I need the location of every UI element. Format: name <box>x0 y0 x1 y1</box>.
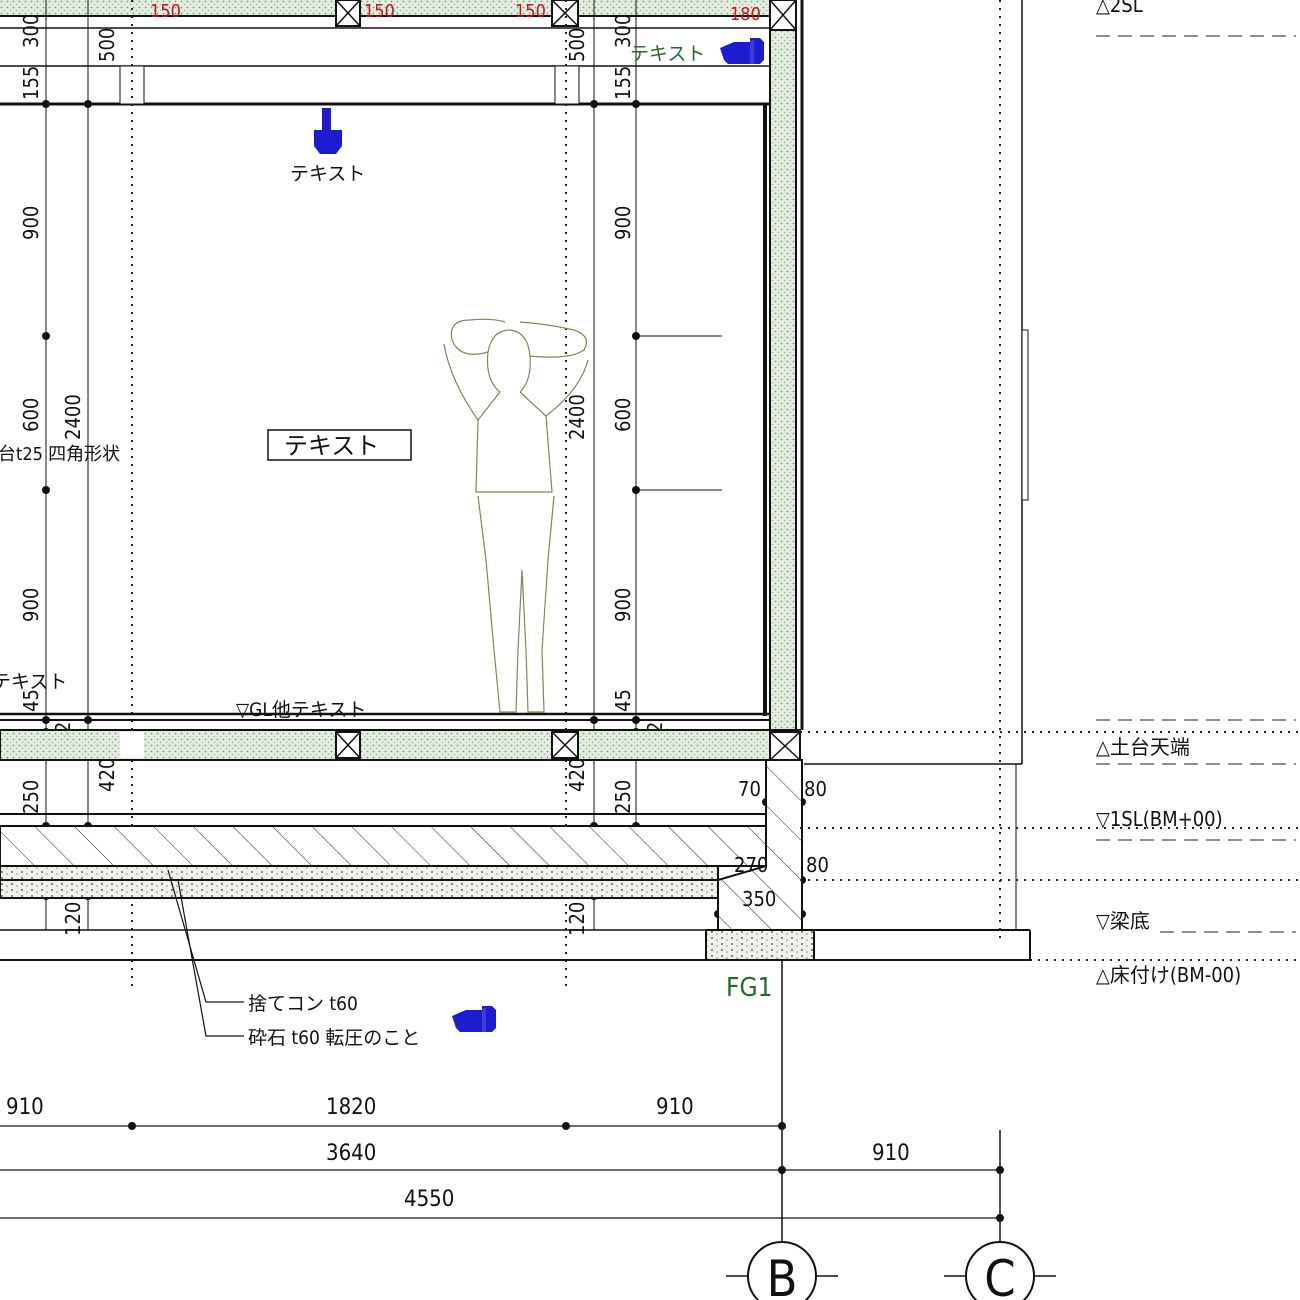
left-vertical-dimensions: 300 500 155 900 600 2400 900 45 122 250 … <box>19 14 119 936</box>
svg-text:155: 155 <box>19 66 43 100</box>
svg-text:420: 420 <box>95 758 119 792</box>
hand-pointing-down-icon <box>314 108 342 154</box>
text-label-left: テキスト <box>0 671 67 693</box>
svg-text:120: 120 <box>565 902 589 936</box>
human-figure <box>443 318 589 713</box>
svg-text:910: 910 <box>656 1095 694 1120</box>
svg-text:900: 900 <box>19 588 43 622</box>
svg-text:70: 70 <box>738 777 761 801</box>
svg-text:4550: 4550 <box>404 1187 454 1212</box>
slab-hatch <box>0 825 771 867</box>
svg-text:600: 600 <box>611 398 635 432</box>
svg-text:300: 300 <box>19 14 43 48</box>
svg-text:△床付け(BM-00): △床付け(BM-00) <box>1096 963 1241 987</box>
svg-text:350: 350 <box>742 887 776 911</box>
svg-text:910: 910 <box>872 1141 910 1166</box>
lean-concrete <box>0 865 719 881</box>
right-vertical-dimensions: 300 155 900 600 900 45 122 250 <box>611 14 667 814</box>
grid-bubble-b: B <box>726 1241 838 1300</box>
hand-pointing-left-icon <box>452 1006 496 1032</box>
svg-text:420: 420 <box>565 758 589 792</box>
svg-text:45: 45 <box>611 689 635 712</box>
dim-180: 180 <box>730 4 761 25</box>
dim-150-b: 150 <box>364 1 395 22</box>
svg-text:▽1SL(BM+00): ▽1SL(BM+00) <box>1096 807 1223 831</box>
svg-text:500: 500 <box>95 28 119 62</box>
svg-text:155: 155 <box>611 66 635 100</box>
svg-text:900: 900 <box>611 588 635 622</box>
svg-text:600: 600 <box>19 398 43 432</box>
mid-vertical-dimensions: 500 2400 420 150 120 <box>565 28 589 936</box>
svg-text:2400: 2400 <box>61 394 85 440</box>
gravel-note: 砕石 t60 転圧のこと <box>248 1027 420 1049</box>
svg-text:80: 80 <box>806 853 829 877</box>
svg-text:▽梁底: ▽梁底 <box>1096 909 1150 933</box>
svg-text:△2SL: △2SL <box>1096 0 1143 17</box>
svg-text:270: 270 <box>734 853 768 877</box>
svg-text:250: 250 <box>19 780 43 814</box>
svg-text:910: 910 <box>6 1095 44 1120</box>
svg-text:120: 120 <box>61 902 85 936</box>
text-box-label: テキスト <box>284 432 379 460</box>
dim-150-c: 150 <box>515 1 546 22</box>
svg-text:C: C <box>984 1250 1015 1300</box>
svg-text:B: B <box>767 1250 798 1300</box>
level-markers: △2SL △土台天端 ▽1SL(BM+00) ▽梁底 △床付け(BM-00) <box>1096 0 1296 987</box>
fg1-label: FG1 <box>726 973 772 1003</box>
svg-text:△土台天端: △土台天端 <box>1096 735 1190 759</box>
text-label-top-right: テキスト <box>630 43 705 65</box>
svg-text:80: 80 <box>804 777 827 801</box>
right-wall <box>769 29 797 731</box>
left-cut-label: 台t25 四角形状 <box>0 444 120 465</box>
svg-text:1820: 1820 <box>326 1095 376 1120</box>
grid-bubble-c: C <box>944 1241 1056 1300</box>
svg-text:500: 500 <box>565 28 589 62</box>
hand-pointing-left-icon <box>720 38 764 64</box>
dimension-nodes <box>42 100 806 918</box>
svg-text:900: 900 <box>611 206 635 240</box>
svg-text:2400: 2400 <box>565 394 589 440</box>
bottom-dimensions: 910 1820 910 3640 910 4550 <box>6 1095 910 1212</box>
footing-base <box>705 929 815 961</box>
concrete-note: 捨てコン t60 <box>248 993 358 1015</box>
section-drawing: 150 150 150 180 300 500 155 900 600 2400… <box>0 0 1300 1300</box>
svg-text:250: 250 <box>611 780 635 814</box>
dim-150-a: 150 <box>150 1 181 22</box>
gl-label: ▽GL他テキスト <box>236 699 366 721</box>
svg-text:900: 900 <box>19 206 43 240</box>
text-label-top-center: テキスト <box>290 163 365 185</box>
gravel-layer <box>0 879 719 899</box>
svg-text:3640: 3640 <box>326 1141 376 1166</box>
